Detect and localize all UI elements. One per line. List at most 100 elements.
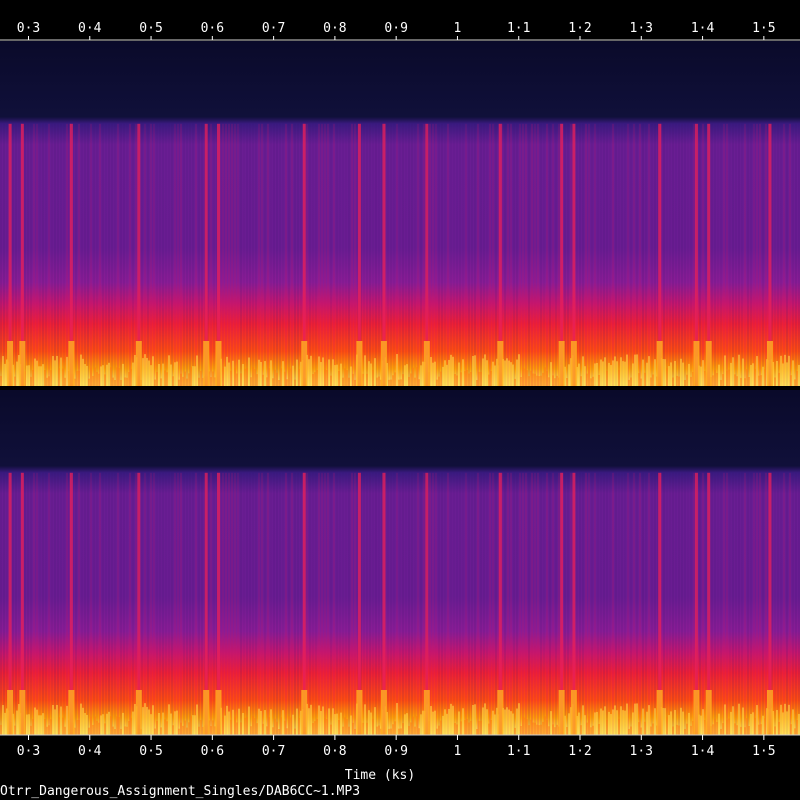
texture-low-band [774, 377, 776, 386]
texture-low-band [784, 703, 786, 735]
texture-column [729, 472, 731, 735]
texture-low-band [536, 375, 538, 386]
texture-column [78, 472, 80, 735]
texture-low-band [542, 372, 544, 386]
texture-column [66, 472, 68, 735]
texture-low-band [494, 714, 496, 735]
texture-low-band [190, 716, 192, 735]
texture-column [444, 472, 446, 735]
texture-low-band [668, 366, 670, 386]
texture-column [471, 123, 473, 387]
texture-column [45, 472, 47, 735]
texture-low-band [610, 714, 612, 735]
loud-event-burst [656, 690, 663, 735]
bottom-tick-label: 0·9 [384, 744, 407, 759]
texture-low-band [408, 376, 410, 386]
texture-low-band [724, 355, 726, 386]
texture-low-band [110, 367, 112, 386]
texture-low-band [666, 716, 668, 735]
top-tick-label: 0·7 [262, 21, 285, 36]
texture-low-band [480, 371, 482, 386]
texture-column [789, 472, 791, 735]
texture-column [129, 472, 131, 735]
texture-low-band [338, 720, 340, 735]
texture-low-band [504, 709, 506, 735]
texture-low-band [782, 712, 784, 735]
texture-low-band [112, 377, 114, 386]
texture-column [606, 123, 608, 387]
texture-low-band [676, 724, 678, 735]
texture-low-band [32, 718, 34, 735]
texture-low-band [224, 715, 226, 735]
texture-low-band [212, 371, 214, 386]
texture-low-band [162, 712, 164, 735]
texture-column [123, 123, 125, 387]
texture-low-band [50, 370, 52, 386]
texture-low-band [582, 705, 584, 735]
texture-column [531, 123, 533, 387]
texture-low-band [512, 713, 514, 735]
texture-low-band [668, 715, 670, 735]
texture-column [96, 123, 98, 387]
texture-low-band [198, 377, 200, 386]
texture-low-band [316, 718, 318, 735]
texture-low-band [44, 370, 46, 386]
texture-column [666, 472, 668, 735]
texture-low-band [234, 367, 236, 386]
texture-low-band [58, 368, 60, 386]
texture-column [639, 472, 641, 735]
texture-column [231, 123, 233, 387]
texture-column [522, 472, 524, 735]
texture-low-band [458, 362, 460, 386]
texture-column [162, 472, 164, 735]
texture-low-band [422, 710, 424, 735]
texture-low-band [442, 366, 444, 386]
texture-column [444, 123, 446, 387]
texture-low-band [334, 365, 336, 386]
texture-low-band [258, 359, 260, 386]
texture-low-band [252, 716, 254, 735]
texture-low-band [36, 360, 38, 386]
texture-low-band [126, 726, 128, 735]
loud-event-burst [380, 341, 387, 386]
texture-low-band [116, 716, 118, 735]
texture-low-band [38, 366, 40, 386]
texture-column [315, 472, 317, 735]
texture-column [585, 472, 587, 735]
texture-low-band [170, 364, 172, 386]
texture-column [783, 472, 785, 735]
texture-column [552, 123, 554, 387]
texture-low-band [788, 704, 790, 735]
texture-column [330, 472, 332, 735]
texture-column [666, 123, 668, 387]
texture-low-band [556, 375, 558, 386]
texture-low-band [402, 374, 404, 386]
texture-column [780, 472, 782, 735]
texture-column [168, 123, 170, 387]
texture-low-band [464, 720, 466, 735]
texture-low-band [790, 724, 792, 735]
texture-low-band [374, 358, 376, 386]
texture-low-band [592, 376, 594, 386]
texture-low-band [684, 379, 686, 386]
texture-column [192, 472, 194, 735]
texture-low-band [34, 707, 36, 735]
texture-low-band [30, 376, 32, 386]
texture-low-band [392, 375, 394, 386]
texture-column [390, 472, 392, 735]
loud-event-burst [203, 690, 210, 735]
texture-low-band [230, 719, 232, 735]
texture-low-band [470, 720, 472, 735]
texture-column [249, 123, 251, 387]
texture-column [555, 123, 557, 387]
texture-column [321, 123, 323, 387]
texture-low-band [122, 363, 124, 386]
bottom-tick-label: 1·4 [691, 744, 715, 759]
texture-low-band [472, 705, 474, 735]
texture-column [411, 472, 413, 735]
texture-column [93, 123, 95, 387]
texture-column [438, 472, 440, 735]
texture-column [15, 123, 17, 387]
texture-column [792, 123, 794, 387]
texture-column [792, 472, 794, 735]
